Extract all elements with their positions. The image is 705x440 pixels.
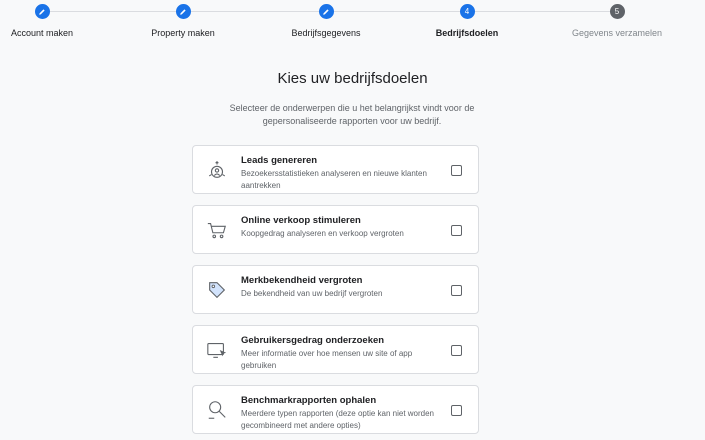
goal-title: Gebruikersgedrag onderzoeken <box>241 335 385 346</box>
goal-card-online-verkoop[interactable]: Online verkoop stimuleren Koopgedrag ana… <box>192 205 479 254</box>
goal-card-merkbekendheid[interactable]: Merkbekendheid vergroten De bekendheid v… <box>192 265 479 314</box>
goal-checkbox-gebruikersgedrag[interactable] <box>451 345 462 356</box>
goal-description: De bekendheid van uw bedrijf vergroten <box>241 289 383 298</box>
step-bedrijfsgegevens[interactable]: Bedrijfsgegevens <box>246 4 406 38</box>
pencil-icon <box>180 8 186 15</box>
goal-title: Online verkoop stimuleren <box>241 215 361 226</box>
step-1-circle <box>34 4 50 19</box>
tag-icon <box>209 282 226 299</box>
leads-icon <box>208 160 226 178</box>
goal-card-leads[interactable]: Leads genereren Bezoekersstatistieken an… <box>192 145 479 194</box>
step-2-circle <box>175 4 191 19</box>
step-label: Property maken <box>151 28 215 38</box>
step-gegevens-verzamelen[interactable]: 5 Gegevens verzamelen <box>537 4 697 38</box>
goal-description: Meerdere typen rapporten (deze optie kan… <box>241 409 435 430</box>
magnifier-icon <box>208 401 226 419</box>
goal-checkbox-online-verkoop[interactable] <box>451 225 462 236</box>
step-property-maken[interactable]: Property maken <box>103 4 263 38</box>
goal-title: Leads genereren <box>241 155 318 166</box>
goal-checkbox-merkbekendheid[interactable] <box>451 285 462 296</box>
goal-card-benchmark[interactable]: Benchmarkrapporten ophalen Meerdere type… <box>192 385 479 434</box>
pencil-icon <box>39 8 45 15</box>
pencil-icon <box>323 8 329 15</box>
step-label: Gegevens verzamelen <box>571 28 663 38</box>
goal-checkbox-leads[interactable] <box>451 165 462 176</box>
goal-checkbox-benchmark[interactable] <box>451 405 462 416</box>
goal-description: Bezoekersstatistieken analyseren en nieu… <box>241 169 427 190</box>
step-5-circle: 5 <box>609 4 625 19</box>
stepper: Account maken Property maken Bedrijfsgeg… <box>0 0 705 50</box>
step-label: Bedrijfsgegevens <box>291 28 361 38</box>
cart-icon <box>207 223 226 239</box>
step-3-circle <box>318 4 334 19</box>
screen-cursor-icon <box>207 343 227 358</box>
goal-description: Koopgedrag analyseren en verkoop vergrot… <box>241 229 404 238</box>
step-label: Bedrijfsdoelen <box>435 28 499 38</box>
goal-title: Merkbekendheid vergroten <box>241 275 363 286</box>
goal-card-gebruikersgedrag[interactable]: Gebruikersgedrag onderzoeken Meer inform… <box>192 325 479 374</box>
step-bedrijfsdoelen[interactable]: 4 Bedrijfsdoelen <box>387 4 547 38</box>
step-4-circle: 4 <box>459 4 475 19</box>
page-title: Kies uw bedrijfsdoelen <box>277 70 428 87</box>
page-subtitle: Selecteer de onderwerpen die u het belan… <box>229 103 475 126</box>
goal-title: Benchmarkrapporten ophalen <box>241 395 377 406</box>
goal-description: Meer informatie over hoe mensen uw site … <box>241 349 413 370</box>
